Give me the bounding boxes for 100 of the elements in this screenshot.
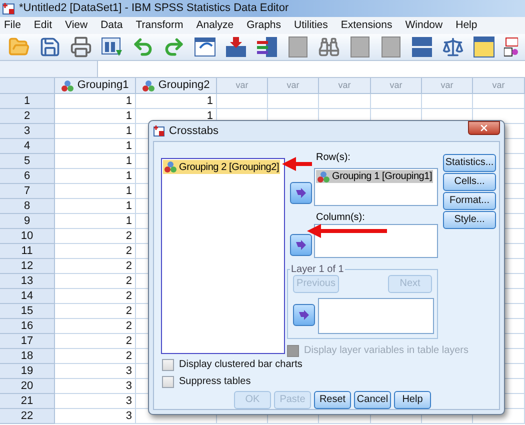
column-name: Grouping2 [158, 78, 210, 94]
column-name: var [492, 78, 505, 92]
rows-list[interactable]: Grouping 1 [Grouping1] [314, 168, 438, 206]
table-cell: 1 [55, 124, 136, 139]
close-button[interactable] [468, 121, 500, 135]
menu-item[interactable]: Window [401, 18, 447, 34]
weight-cases-icon[interactable] [349, 36, 371, 58]
row-number[interactable]: 1 [0, 94, 55, 109]
row-number[interactable]: 2 [0, 109, 55, 124]
table-cell: 1 [55, 154, 136, 169]
dialog-button[interactable]: Reset [314, 391, 351, 409]
cell-value-field[interactable] [98, 61, 525, 77]
row-number[interactable]: 21 [0, 394, 55, 409]
row-number[interactable]: 17 [0, 334, 55, 349]
menu-item[interactable]: Utilities [290, 18, 332, 34]
table-cell [473, 94, 525, 109]
dialog-button[interactable]: Cells... [443, 173, 496, 191]
dialog-button[interactable]: Cancel [354, 391, 391, 409]
dialog-button[interactable]: Format... [443, 192, 496, 210]
checkbox-label: Suppress tables [179, 375, 251, 389]
column-name: var [390, 78, 402, 92]
row-number[interactable]: 19 [0, 364, 55, 379]
table-cell: 2 [55, 229, 136, 244]
table-cell: 3 [55, 364, 136, 379]
nominal-variable-icon [317, 170, 330, 182]
arrow-icon [298, 310, 310, 320]
table-cell: 1 [55, 94, 136, 109]
row-number[interactable]: 3 [0, 124, 55, 139]
row-number[interactable]: 14 [0, 289, 55, 304]
row-number[interactable]: 12 [0, 259, 55, 274]
row-number[interactable]: 22 [0, 409, 55, 424]
column-header[interactable]: Grouping2 [136, 78, 217, 94]
column-name: var [236, 78, 248, 92]
row-number[interactable]: 6 [0, 169, 55, 184]
checkbox[interactable] [162, 358, 174, 370]
row-number[interactable]: 9 [0, 214, 55, 229]
print-icon[interactable] [70, 36, 92, 58]
table-cell: 1 [55, 109, 136, 124]
row-number[interactable]: 20 [0, 379, 55, 394]
value-labels-icon[interactable] [504, 36, 518, 58]
scale-icon[interactable] [442, 36, 464, 58]
row-number[interactable]: 15 [0, 304, 55, 319]
row-number[interactable]: 16 [0, 319, 55, 334]
columns-label: Column(s): [316, 211, 365, 225]
menu-item[interactable]: Help [452, 18, 482, 34]
redo-icon[interactable] [163, 36, 185, 58]
row-number[interactable]: 10 [0, 229, 55, 244]
rows-label: Row(s): [316, 151, 350, 165]
menu-item[interactable]: Extensions [336, 18, 396, 34]
cell-reference-field[interactable] [0, 61, 98, 77]
row-number[interactable]: 18 [0, 349, 55, 364]
move-arrow-button[interactable] [293, 304, 315, 326]
dialog-button[interactable]: Help [394, 391, 431, 409]
checkbox-label: Display clustered bar charts [179, 358, 302, 372]
window-title: *Untitled2 [DataSet1] - IBM SPSS Statistics Data Editor [19, 1, 289, 16]
columns-list[interactable] [314, 224, 438, 258]
row-number[interactable]: 8 [0, 199, 55, 214]
dialog-button[interactable]: Statistics... [443, 154, 496, 172]
table-icon[interactable] [411, 36, 433, 58]
row-number[interactable]: 4 [0, 139, 55, 154]
menu-item[interactable]: Data [96, 18, 127, 34]
table-cell: 1 [55, 139, 136, 154]
menu-item[interactable]: Transform [132, 18, 188, 34]
table-cell: 2 [55, 304, 136, 319]
select-cases-icon[interactable] [380, 36, 402, 58]
move-arrow-button[interactable] [290, 182, 312, 204]
insert-case-icon[interactable] [225, 36, 247, 58]
row-number[interactable]: 5 [0, 154, 55, 169]
table-cell: 1 [55, 214, 136, 229]
crosstabs-icon [153, 125, 165, 137]
row-number[interactable]: 7 [0, 184, 55, 199]
checkbox[interactable] [162, 376, 174, 388]
insert-variable-icon[interactable] [256, 36, 278, 58]
table-cell: 1 [136, 94, 217, 109]
dialog-title: Crosstabs [169, 124, 219, 139]
arrow-icon [295, 240, 307, 250]
menu-item[interactable]: File [0, 18, 25, 34]
menu-item[interactable]: Edit [30, 18, 56, 34]
data-view-icon[interactable] [101, 36, 123, 58]
split-file-icon[interactable] [287, 36, 309, 58]
column-name: var [338, 78, 351, 92]
column-header[interactable]: Grouping1 [55, 78, 136, 94]
variable-item[interactable]: Grouping 1 [Grouping1] [316, 170, 434, 183]
binoculars-icon[interactable] [318, 36, 340, 58]
row-number[interactable]: 11 [0, 244, 55, 259]
table-cell: 2 [55, 259, 136, 274]
menu-item[interactable]: Graphs [242, 18, 286, 34]
menu-item[interactable]: View [61, 18, 92, 34]
variable-item[interactable]: Grouping 2 [Grouping2] [163, 160, 280, 174]
row-number[interactable]: 13 [0, 274, 55, 289]
variable-list[interactable]: Grouping 2 [Grouping2] [161, 158, 285, 354]
table-goto-icon[interactable] [194, 36, 216, 58]
save-icon[interactable] [39, 36, 61, 58]
value-table-icon[interactable] [473, 36, 495, 58]
undo-icon[interactable] [132, 36, 154, 58]
move-arrow-button[interactable] [290, 234, 312, 256]
column-name: var [286, 78, 300, 92]
dialog-button[interactable]: Style... [443, 211, 496, 229]
menu-item[interactable]: Analyze [192, 18, 238, 34]
table-cell: 3 [55, 394, 136, 409]
